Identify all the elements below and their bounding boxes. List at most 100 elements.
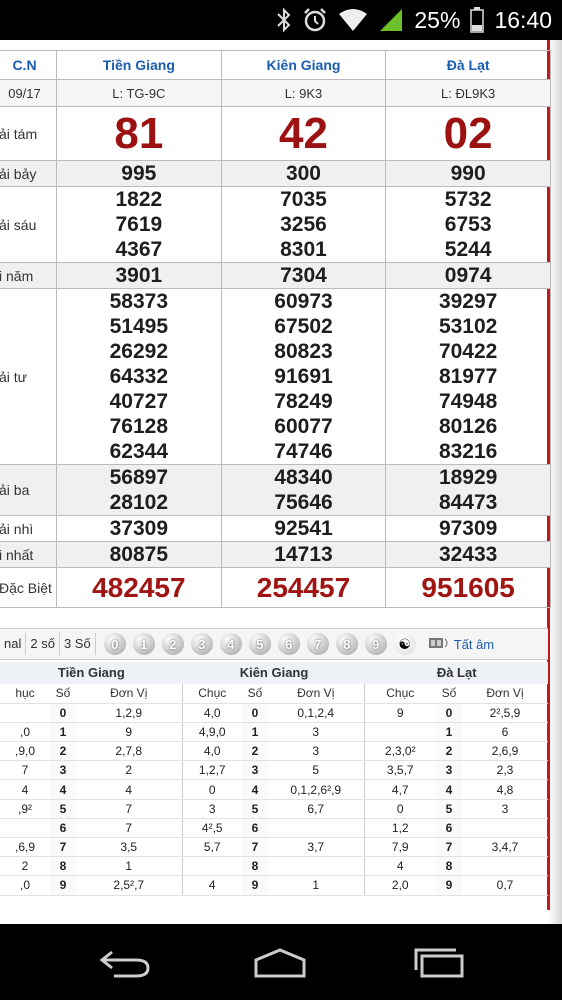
recents-button[interactable] [410, 946, 470, 980]
prize-number: 6753 [444, 213, 492, 236]
digit-ball[interactable]: 6 [277, 633, 300, 655]
prize-cell: 7304 [220, 262, 387, 289]
back-button[interactable] [94, 946, 154, 980]
loto-cell: 4,8 [462, 779, 548, 800]
loto-cell: 6 [242, 818, 268, 839]
loto-cell: 7,9 [364, 837, 436, 858]
loto-cell: 4 [76, 779, 183, 800]
digit-ball[interactable]: 5 [248, 633, 271, 655]
loto-cell [462, 818, 548, 839]
loto-cell: 3 [50, 760, 76, 781]
prize-row: ải sáu 1822 7619 4367 7035 3256 8301 5732 6753 52… [0, 186, 551, 263]
loto-cell: 2²,5,9 [462, 703, 548, 723]
loto-cell: 3 [242, 760, 268, 781]
prize-number: 7619 [115, 213, 163, 236]
prize-row: ải tư 58373 51495 26292 64332 40727 76128 62344… [0, 288, 551, 465]
prize-label: i nhất [0, 541, 57, 568]
prize-cell: 18929 84473 [385, 464, 551, 516]
tab-normal[interactable]: nal [0, 633, 27, 655]
results-table: C.N Tiền Giang Kiên Giang Đà Lạt 09/17 L… [0, 50, 551, 608]
all-sound-button[interactable]: Tất âm [428, 635, 494, 654]
battery-percent: 25% [414, 6, 461, 33]
digit-ball[interactable]: 8 [335, 633, 358, 655]
prize-label: ải tám [0, 106, 57, 161]
loto-column-header: Số [242, 684, 268, 704]
loto-cell [0, 703, 50, 723]
loto-cell: 2 [242, 741, 268, 762]
digit-ball[interactable]: 9 [364, 633, 387, 655]
province-da-lat[interactable]: Đà Lạt [385, 50, 551, 80]
loto-cell: 7 [0, 760, 50, 781]
prize-number: 990 [450, 162, 486, 185]
digit-filter-balls: 0 1 2 3 4 5 6 7 8 9 ☯ [103, 633, 416, 655]
prize-number: 482457 [92, 572, 186, 603]
prize-number: 5732 [444, 188, 492, 211]
prize-cell: 300 [220, 160, 387, 187]
prize-cell: 97309 [385, 515, 551, 542]
prize-cell: 58373 51495 26292 64332 40727 76128 62344 [56, 288, 222, 465]
tab-2-digits[interactable]: 2 số [26, 633, 60, 655]
prize-cell: 5732 6753 5244 [385, 186, 551, 263]
loto-cell: 3,7 [268, 837, 365, 858]
prize-number: 1822 [115, 188, 163, 211]
prize-number: 80875 [109, 543, 169, 566]
province-kien-giang[interactable]: Kiên Giang [220, 50, 387, 80]
loto-cell: 1 [242, 722, 268, 743]
prize-number: 51495 [109, 315, 169, 338]
prize-cell: 0974 [385, 262, 551, 289]
loto-cell [182, 856, 242, 877]
loto-cell: 4,9,0 [182, 722, 242, 743]
prize-number: 62344 [109, 440, 169, 463]
tab-3-digits[interactable]: 3 Số [60, 633, 96, 655]
prize-number: 74948 [438, 390, 498, 413]
prize-number: 5244 [444, 238, 492, 261]
digit-ball[interactable]: 0 [103, 633, 126, 655]
prize-number: 254457 [256, 572, 351, 603]
prize-cell: 92541 [220, 515, 387, 542]
prize-number: 3901 [115, 264, 163, 287]
prize-number: 53102 [438, 315, 498, 338]
loto-cell: 5 [436, 799, 462, 819]
loto-cell: 2,3 [462, 760, 548, 781]
loto-cell: 2 [50, 741, 76, 762]
prize-number: 74746 [274, 440, 333, 463]
home-button[interactable] [250, 946, 310, 980]
clock: 16:40 [494, 6, 552, 33]
prize-number: 3256 [280, 213, 327, 236]
loto-cell: 2,5²,7 [76, 875, 183, 896]
prize-number: 7304 [280, 264, 327, 287]
digit-ball[interactable]: 2 [161, 633, 184, 655]
loto-group-kien-giang: Kiên Giang [239, 665, 309, 680]
province-tien-giang[interactable]: Tiền Giang [56, 50, 222, 80]
ticket-code: L: TG-9C [56, 79, 222, 107]
loto-cell: 9 [242, 875, 268, 896]
digit-ball[interactable]: 1 [132, 633, 155, 655]
loto-cell: 4,0 [182, 741, 242, 762]
prize-cell: 02 [385, 106, 551, 161]
prize-label: ải bảy [0, 160, 57, 187]
prize-number: 18929 [438, 466, 498, 489]
digit-ball[interactable]: 4 [219, 633, 242, 655]
prize-row: ải nhì 37309 92541 97309 [0, 515, 551, 542]
loto-cell: 3,5 [76, 837, 183, 858]
loto-table: Tiền Giang Kiên Giang Đà Lạt hục Số Đơn Vị… [0, 662, 548, 896]
loto-group-tien-giang: Tiền Giang [57, 665, 125, 680]
loto-cell: 9 [76, 722, 183, 743]
loto-cell: 3,5,7 [364, 760, 436, 781]
loto-cell: 7 [50, 837, 76, 858]
yin-yang-ball[interactable]: ☯ [393, 633, 416, 655]
recents-icon [414, 948, 464, 978]
loto-cell: 0 [436, 703, 462, 723]
loto-cell: 8 [242, 856, 268, 877]
loto-cell: 1,2,7 [182, 760, 242, 781]
digit-ball[interactable]: 3 [190, 633, 213, 655]
header-cn: C.N [0, 50, 57, 80]
prize-number: 02 [443, 109, 493, 158]
loto-cell: 4²,5 [182, 818, 242, 839]
prize-number: 4367 [115, 238, 163, 261]
digit-ball[interactable]: 7 [306, 633, 329, 655]
back-icon [99, 950, 150, 978]
prize-number: 14713 [274, 543, 333, 566]
prize-cell: 37309 [56, 515, 222, 542]
prize-number: 37309 [109, 517, 169, 540]
